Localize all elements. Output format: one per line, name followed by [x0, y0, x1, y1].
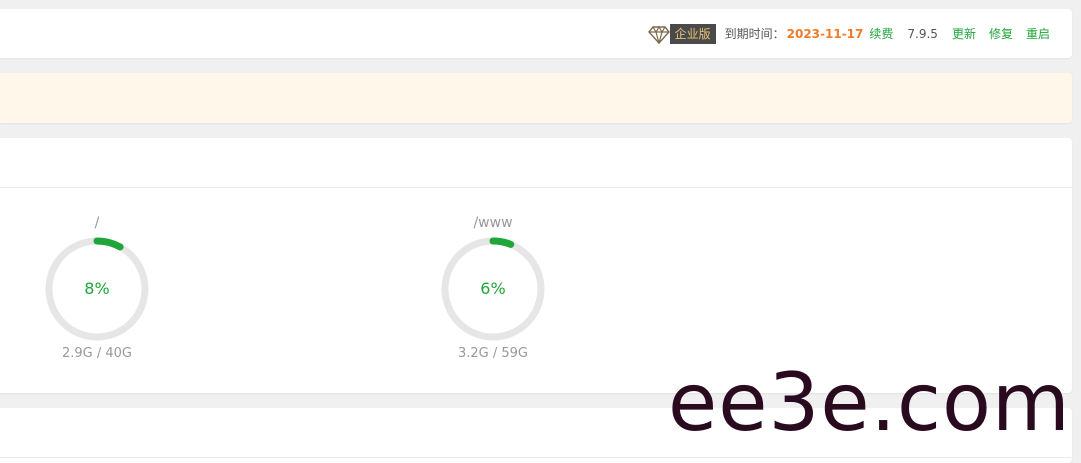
- disk-gauge[interactable]: 6%: [438, 234, 548, 344]
- watermark-text: ee3e.com: [668, 356, 1071, 449]
- enterprise-badge: 企业版: [647, 23, 716, 44]
- header-info: 企业版 到期时间： 2023-11-17 续费 7.9.5 更新 修复 重启: [647, 9, 1050, 58]
- edition-label: 企业版: [669, 23, 716, 44]
- disk-path: /: [94, 215, 100, 231]
- renew-link[interactable]: 续费: [869, 25, 893, 42]
- update-link[interactable]: 更新: [952, 25, 976, 42]
- disk-percent: 6%: [480, 279, 506, 298]
- expire-date: 2023-11-17: [786, 26, 864, 41]
- version-number: 7.9.5: [907, 26, 938, 41]
- restart-link[interactable]: 重启: [1026, 25, 1050, 42]
- top-header-bar: 企业版 到期时间： 2023-11-17 续费 7.9.5 更新 修复 重启: [0, 9, 1072, 58]
- disk-percent: 8%: [84, 279, 110, 298]
- disk-item-root: / 8% 2.9G / 40G: [27, 214, 167, 361]
- disk-panel-header: [0, 138, 1072, 188]
- disk-item-www: /www 6% 3.2G / 59G: [423, 214, 563, 361]
- disk-gauge[interactable]: 8%: [42, 234, 152, 344]
- notice-bar: [0, 73, 1072, 123]
- diamond-icon: [647, 25, 670, 44]
- expire-label: 到期时间：: [724, 27, 785, 41]
- disk-usage: 3.2G / 59G: [457, 346, 528, 361]
- disk-usage: 2.9G / 40G: [61, 346, 132, 361]
- repair-link[interactable]: 修复: [989, 25, 1013, 42]
- disk-path: /www: [473, 215, 513, 231]
